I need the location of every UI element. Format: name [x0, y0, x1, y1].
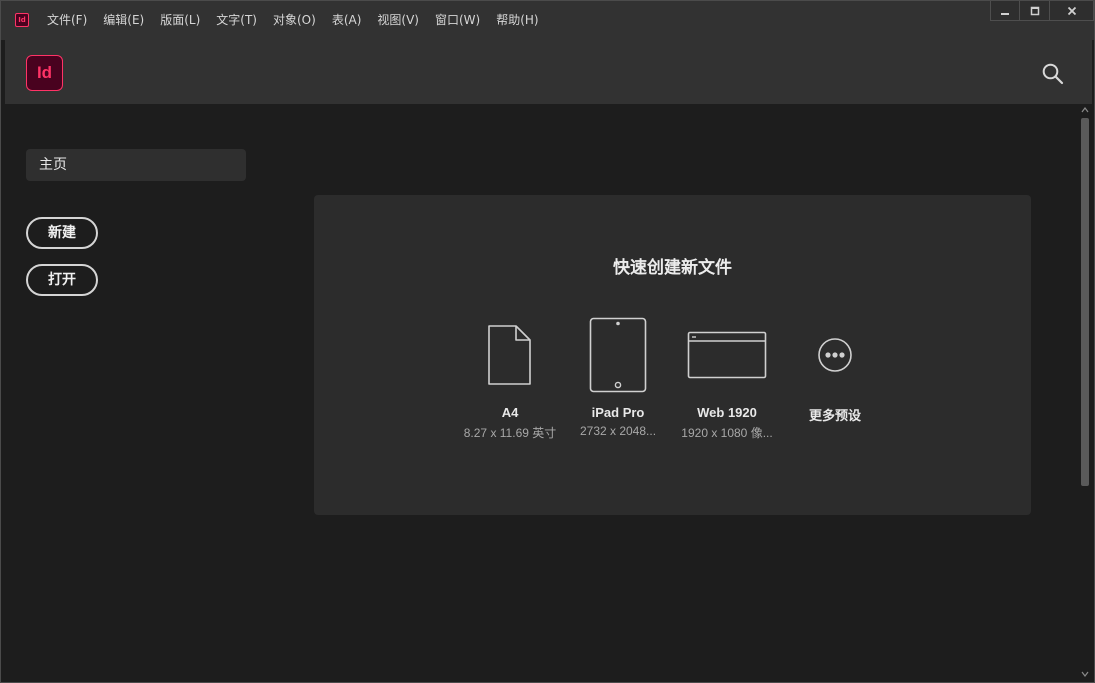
menu-file[interactable]: 文件(F)	[39, 1, 95, 40]
scroll-down-arrow-icon[interactable]	[1081, 670, 1089, 678]
preset-name: A4	[501, 405, 519, 420]
scrollbar-thumb[interactable]	[1081, 118, 1089, 486]
home-header: Id	[5, 40, 1092, 104]
menu-bar: Id 文件(F) 编辑(E) 版面(L) 文字(T) 对象(O) 表(A) 视图…	[1, 1, 1094, 40]
indesign-logo: Id	[26, 55, 63, 91]
maximize-button[interactable]	[1020, 1, 1050, 21]
window-controls	[990, 1, 1094, 21]
menu-window[interactable]: 窗口(W)	[427, 1, 488, 40]
minimize-icon	[1001, 12, 1009, 15]
quick-create-title: 快速创建新文件	[613, 258, 732, 278]
menu-edit[interactable]: 编辑(E)	[95, 1, 152, 40]
preset-size: 8.27 x 11.69 英寸	[463, 426, 557, 440]
more-icon	[818, 338, 852, 372]
app-window: Id 文件(F) 编辑(E) 版面(L) 文字(T) 对象(O) 表(A) 视图…	[0, 0, 1095, 683]
scroll-up-arrow-icon[interactable]	[1081, 106, 1089, 114]
preset-a4[interactable]: A4 8.27 x 11.69 英寸	[450, 315, 570, 441]
search-icon[interactable]	[1042, 63, 1064, 85]
close-button[interactable]	[1050, 1, 1094, 21]
maximize-icon	[1030, 6, 1039, 15]
vertical-scrollbar[interactable]	[1078, 104, 1092, 680]
sidebar-item-home[interactable]: 主页	[26, 149, 246, 181]
preset-web-1920[interactable]: Web 1920 1920 x 1080 像...	[667, 315, 787, 441]
tablet-icon	[589, 317, 647, 393]
menu: 文件(F) 编辑(E) 版面(L) 文字(T) 对象(O) 表(A) 视图(V)…	[39, 1, 547, 40]
menu-view[interactable]: 视图(V)	[369, 1, 427, 40]
app-mini-logo[interactable]: Id	[15, 13, 29, 27]
document-icon	[488, 325, 531, 385]
menu-help[interactable]: 帮助(H)	[488, 1, 546, 40]
quick-create-panel: 快速创建新文件 A4 8.27 x 11.69 英寸 iPad Pro 2732…	[314, 195, 1031, 515]
browser-window-icon	[687, 331, 767, 379]
preset-name: 更多预设	[808, 409, 861, 424]
preset-name: iPad Pro	[591, 405, 645, 420]
preset-more[interactable]: 更多预设	[775, 315, 895, 424]
preset-ipad-pro[interactable]: iPad Pro 2732 x 2048...	[558, 315, 678, 438]
preset-size: 1920 x 1080 像...	[681, 426, 773, 440]
minimize-button[interactable]	[990, 1, 1020, 21]
preset-size: 2732 x 2048...	[579, 424, 657, 438]
menu-layout[interactable]: 版面(L)	[152, 1, 208, 40]
menu-type[interactable]: 文字(T)	[208, 1, 265, 40]
new-button[interactable]: 新建	[26, 217, 98, 249]
close-icon	[1067, 6, 1076, 15]
preset-name: Web 1920	[697, 405, 757, 420]
menu-object[interactable]: 对象(O)	[265, 1, 324, 40]
home-content: 主页 新建 打开 快速创建新文件 A4 8.27 x 11.69 英寸 iPad…	[5, 104, 1078, 680]
menu-table[interactable]: 表(A)	[324, 1, 370, 40]
open-button[interactable]: 打开	[26, 264, 98, 296]
